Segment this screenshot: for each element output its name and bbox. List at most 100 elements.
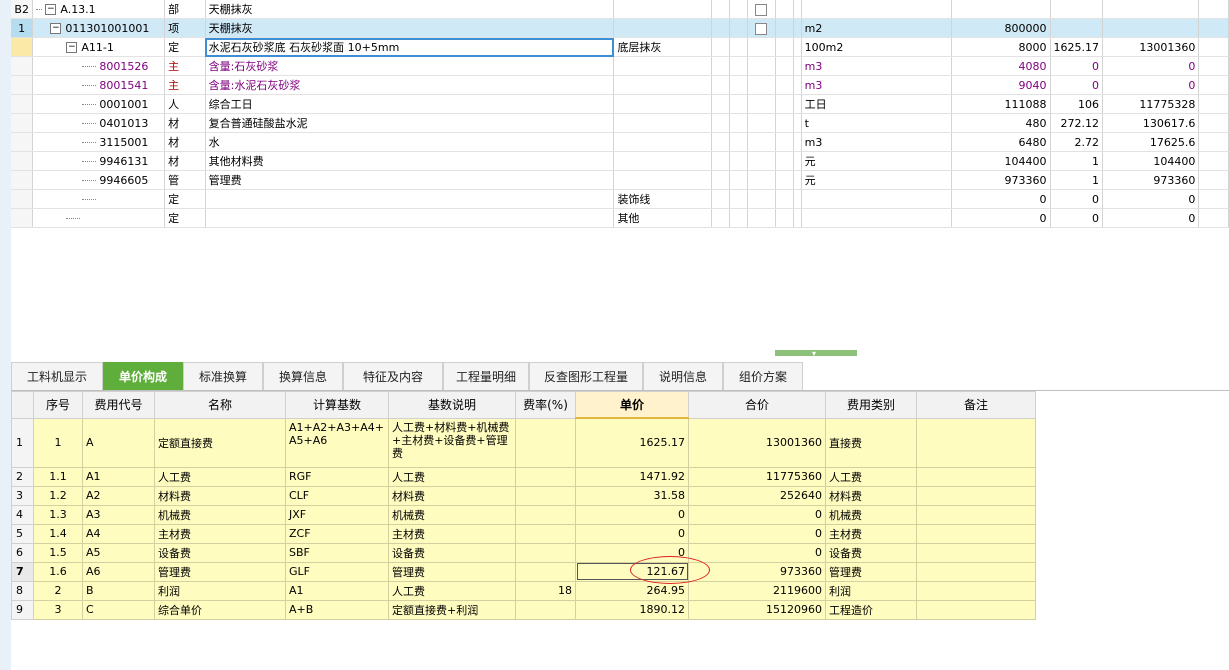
total-cell[interactable]: 0 <box>1102 56 1200 76</box>
type-cell[interactable]: 项 <box>164 18 206 38</box>
price-cell[interactable]: 272.12 <box>1050 113 1104 133</box>
feature-cell[interactable] <box>613 113 713 133</box>
row-number[interactable] <box>11 94 34 114</box>
fee-name-cell[interactable]: 人工费 <box>154 466 286 487</box>
rate-cell[interactable] <box>515 523 576 544</box>
rate-cell[interactable] <box>515 485 576 506</box>
checkbox[interactable] <box>755 22 768 35</box>
name-cell[interactable]: 天棚抹灰 <box>205 0 615 19</box>
base-desc-cell[interactable]: 机械费 <box>388 504 516 525</box>
seq-cell[interactable]: 1 <box>33 417 83 468</box>
total-cell[interactable]: 973360 <box>688 561 826 582</box>
fee-code-cell[interactable]: A6 <box>82 561 155 582</box>
quantity-cell[interactable]: 800000 <box>951 18 1051 38</box>
name-cell[interactable]: 含量:石灰砂浆 <box>205 56 615 76</box>
code-cell[interactable]: − A.13.1 <box>32 0 166 19</box>
category-cell[interactable]: 直接费 <box>825 417 917 468</box>
fee-code-cell[interactable]: A3 <box>82 504 155 525</box>
fee-name-cell[interactable]: 机械费 <box>154 504 286 525</box>
row-number[interactable]: 6 <box>11 542 34 563</box>
fee-name-cell[interactable]: 管理费 <box>154 561 286 582</box>
row-number[interactable]: 4 <box>11 504 34 525</box>
column-header-unit-price[interactable]: 单价 <box>575 391 689 419</box>
price-cell[interactable] <box>1050 18 1104 38</box>
category-cell[interactable]: 材料费 <box>825 485 917 506</box>
unit-cell[interactable]: m3 <box>801 56 952 76</box>
price-cell[interactable]: 106 <box>1050 94 1104 114</box>
unit-cell[interactable] <box>801 0 952 19</box>
fee-name-cell[interactable]: 材料费 <box>154 485 286 506</box>
unit-cell[interactable]: 100m2 <box>801 37 952 57</box>
name-cell[interactable]: 管理费 <box>205 170 615 190</box>
column-header-base-desc[interactable]: 基数说明 <box>388 391 516 419</box>
remark-cell[interactable] <box>916 599 1036 620</box>
code-cell[interactable]: 9946605 <box>32 170 166 190</box>
type-cell[interactable]: 定 <box>164 208 206 228</box>
total-cell[interactable] <box>1102 0 1200 19</box>
unit-cell[interactable]: 元 <box>801 170 952 190</box>
type-cell[interactable]: 材 <box>164 151 206 171</box>
quantity-cell[interactable]: 6480 <box>951 132 1051 152</box>
unit-cell[interactable] <box>801 189 952 209</box>
rate-cell[interactable] <box>515 561 576 582</box>
quantity-cell[interactable]: 9040 <box>951 75 1051 95</box>
calc-base-cell[interactable]: CLF <box>285 485 389 506</box>
quantity-cell[interactable]: 111088 <box>951 94 1051 114</box>
row-number[interactable]: 9 <box>11 599 34 620</box>
base-desc-cell[interactable]: 管理费 <box>388 561 516 582</box>
tab-features-content[interactable]: 特征及内容 <box>343 362 443 390</box>
table-row[interactable]: 8 2 B 利润 A1 人工费 18 264.95 2119600 利润 <box>11 580 1036 601</box>
name-cell[interactable]: 复合普通硅酸盐水泥 <box>205 113 615 133</box>
feature-cell[interactable] <box>613 18 713 38</box>
total-cell[interactable]: 15120960 <box>688 599 826 620</box>
column-header-calc-base[interactable]: 计算基数 <box>285 391 389 419</box>
row-number[interactable] <box>11 208 34 228</box>
feature-cell[interactable]: 装饰线 <box>613 189 713 209</box>
tab-description-info[interactable]: 说明信息 <box>643 362 723 390</box>
total-cell[interactable]: 2119600 <box>688 580 826 601</box>
total-cell[interactable]: 0 <box>1102 189 1200 209</box>
type-cell[interactable]: 管 <box>164 170 206 190</box>
remark-cell[interactable] <box>916 580 1036 601</box>
code-cell[interactable] <box>32 189 166 209</box>
unit-price-cell[interactable]: 1471.92 <box>575 466 689 487</box>
remark-cell[interactable] <box>916 542 1036 563</box>
unit-price-cell[interactable]: 0 <box>575 523 689 544</box>
tab-quantity-details[interactable]: 工程量明细 <box>443 362 529 390</box>
unit-cell[interactable]: 元 <box>801 151 952 171</box>
panel-splitter-handle[interactable]: ▾ <box>775 349 857 358</box>
total-cell[interactable]: 11775328 <box>1102 94 1200 114</box>
feature-cell[interactable] <box>613 132 713 152</box>
price-cell[interactable]: 0 <box>1050 56 1104 76</box>
tab-standard-conversion[interactable]: 标准换算 <box>183 362 263 390</box>
base-desc-cell[interactable]: 人工费+材料费+机械费+主材费+设备费+管理费 <box>388 417 516 468</box>
row-number[interactable] <box>11 170 34 190</box>
seq-cell[interactable]: 1.1 <box>33 466 83 487</box>
fee-code-cell[interactable]: B <box>82 580 155 601</box>
collapse-icon[interactable]: − <box>66 42 78 53</box>
calc-base-cell[interactable]: ZCF <box>285 523 389 544</box>
table-row[interactable]: 定 装饰线 0 0 0 <box>11 189 1229 209</box>
seq-cell[interactable]: 1.3 <box>33 504 83 525</box>
table-row[interactable]: 0001001 人 综合工日 工日 111088 106 11775328 <box>11 94 1229 114</box>
unit-cell[interactable]: m3 <box>801 132 952 152</box>
seq-cell[interactable]: 2 <box>33 580 83 601</box>
type-cell[interactable]: 定 <box>164 37 206 57</box>
table-row[interactable]: 1 1 A 定额直接费 A1+A2+A3+A4+A5+A6 人工费+材料费+机械… <box>11 417 1036 468</box>
fee-code-cell[interactable]: A <box>82 417 155 468</box>
unit-price-cell[interactable]: 0 <box>575 542 689 563</box>
price-cell[interactable]: 1 <box>1050 151 1104 171</box>
table-row[interactable]: 7 1.6 A6 管理费 GLF 管理费 121.67 973360 管理费 <box>11 561 1036 582</box>
calc-base-cell[interactable]: SBF <box>285 542 389 563</box>
code-cell[interactable]: 0401013 <box>32 113 166 133</box>
name-cell-editing[interactable]: 水泥石灰砂浆底 石灰砂浆面 10+5mm <box>205 37 615 57</box>
calc-base-cell[interactable]: A1+A2+A3+A4+A5+A6 <box>285 417 389 468</box>
feature-cell[interactable] <box>613 75 713 95</box>
checkbox-cell[interactable] <box>747 18 776 38</box>
tab-reverse-graphic-quantity[interactable]: 反查图形工程量 <box>529 362 643 390</box>
rate-cell[interactable] <box>515 542 576 563</box>
price-cell[interactable]: 2.72 <box>1050 132 1104 152</box>
unit-cell[interactable] <box>801 208 952 228</box>
row-number[interactable]: B2 <box>11 0 34 19</box>
table-row[interactable]: 9946131 材 其他材料费 元 104400 1 104400 <box>11 151 1229 171</box>
